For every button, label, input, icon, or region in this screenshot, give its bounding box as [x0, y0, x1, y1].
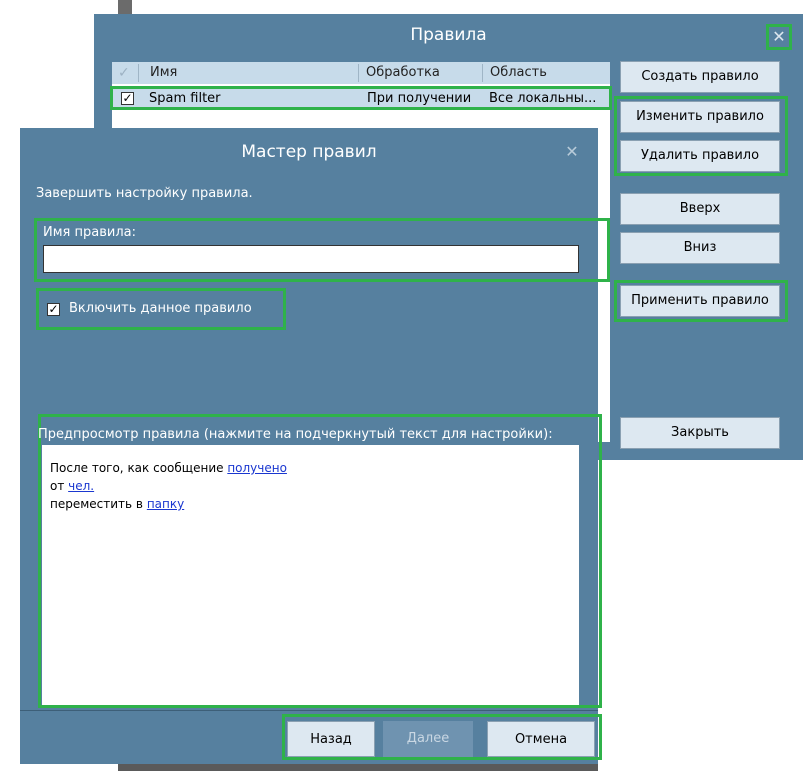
column-header-scope[interactable]: Область — [490, 62, 547, 84]
next-button[interactable]: Далее — [383, 721, 473, 757]
apply-rule-button[interactable]: Применить правило — [620, 285, 780, 317]
preview-line-received: После того, как сообщение получено — [50, 461, 287, 475]
rules-close-icon[interactable]: ✕ — [766, 24, 792, 50]
column-header-name[interactable]: Имя — [150, 62, 177, 84]
rule-name-group: Имя правила: — [34, 218, 610, 282]
create-rule-button[interactable]: Создать правило — [620, 61, 780, 93]
delete-rule-button[interactable]: Удалить правило — [620, 140, 780, 172]
back-button[interactable]: Назад — [287, 721, 375, 757]
cancel-button[interactable]: Отмена — [487, 721, 595, 757]
wizard-divider — [20, 710, 598, 711]
wizard-subtitle: Завершить настройку правила. — [36, 186, 253, 201]
folder-link[interactable]: папку — [147, 497, 184, 511]
preview-line-from: от чел. — [50, 479, 95, 493]
received-link[interactable]: получено — [227, 461, 287, 475]
rule-wizard-dialog: Мастер правил ✕ Завершить настройку прав… — [20, 128, 610, 764]
rule-name-label: Имя правила: — [43, 225, 136, 240]
column-header-processing[interactable]: Обработка — [366, 62, 440, 84]
rule-processing: При получении — [367, 91, 472, 106]
enable-rule-checkbox[interactable]: ✓ — [47, 303, 60, 316]
enable-rule-label[interactable]: Включить данное правило — [69, 301, 252, 316]
background-window-bottom — [118, 763, 598, 771]
wizard-title: Мастер правил — [241, 142, 377, 162]
check-column-icon: ✓ — [118, 65, 130, 81]
rule-enabled-checkbox[interactable]: ✓ — [121, 92, 134, 105]
wizard-buttons-group: Назад Далее Отмена — [282, 714, 602, 760]
close-rules-button[interactable]: Закрыть — [620, 417, 780, 449]
rule-scope: Все локальны... — [489, 91, 597, 106]
preview-line-move: переместить в папку — [50, 497, 185, 511]
rules-dialog-title: Правила — [410, 25, 487, 45]
edit-rule-button[interactable]: Изменить правило — [620, 101, 780, 133]
rule-preview-group: Предпросмотр правила (нажмите на подчерк… — [38, 414, 602, 708]
rules-table-header: ✓ Имя Обработка Область — [112, 62, 610, 84]
wizard-close-icon[interactable]: ✕ — [560, 140, 584, 164]
rule-name-input[interactable] — [43, 245, 579, 273]
table-row[interactable]: ✓ Spam filter При получении Все локальны… — [110, 86, 612, 110]
rule-name: Spam filter — [149, 91, 221, 106]
rule-preview-label: Предпросмотр правила (нажмите на подчерк… — [38, 427, 553, 442]
move-up-button[interactable]: Вверх — [620, 193, 780, 225]
move-down-button[interactable]: Вниз — [620, 232, 780, 264]
rule-preview-box: После того, как сообщение получено от че… — [42, 445, 579, 705]
enable-rule-group: ✓ Включить данное правило — [36, 288, 286, 330]
person-link[interactable]: чел. — [68, 479, 94, 493]
